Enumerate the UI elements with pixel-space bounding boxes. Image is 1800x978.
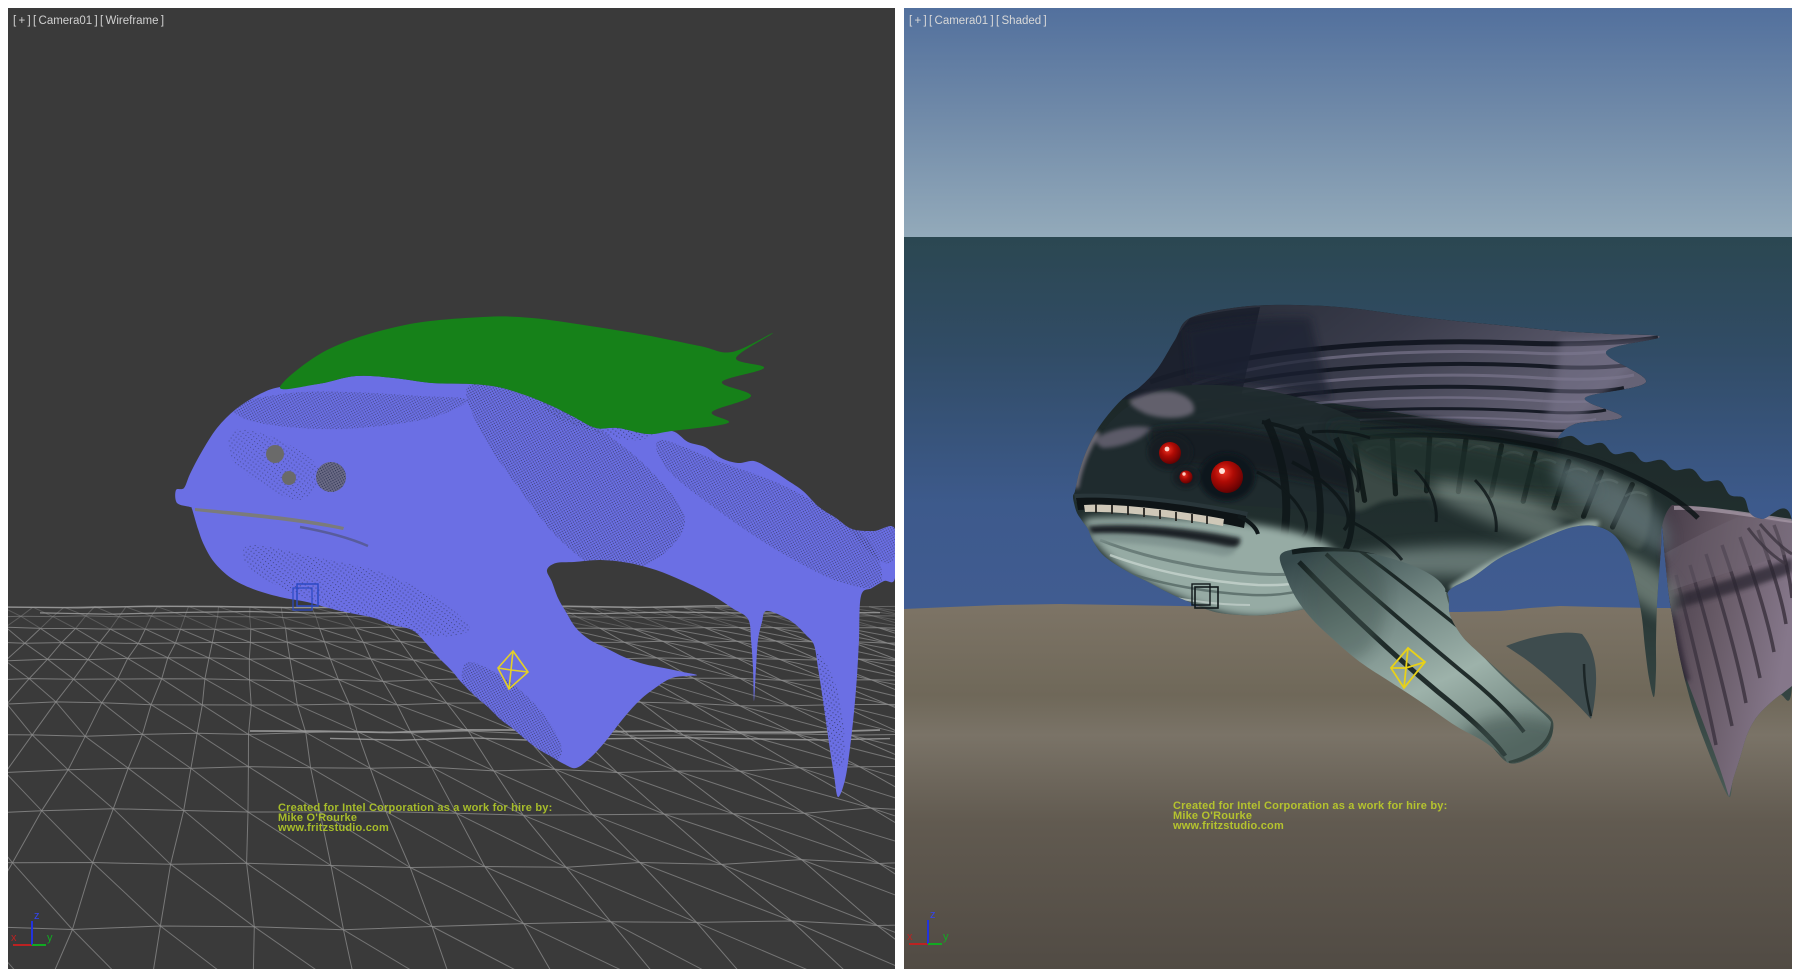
svg-text:z: z [34,910,40,922]
svg-text:[ + ] [ Camera01 ] [ Wireframe: [ + ] [ Camera01 ] [ Wireframe ] [13,15,164,27]
svg-text:y: y [943,931,949,943]
svg-text:z: z [930,909,936,921]
svg-text:www.fritzstudio.com: www.fritzstudio.com [277,822,389,834]
svg-text:x: x [907,931,913,943]
svg-text:y: y [47,932,53,944]
svg-text:www.fritzstudio.com: www.fritzstudio.com [1172,820,1284,832]
svg-text:x: x [11,932,17,944]
svg-text:[ + ] [ Camera01 ] [ Shaded ]: [ + ] [ Camera01 ] [ Shaded ] [909,15,1047,27]
